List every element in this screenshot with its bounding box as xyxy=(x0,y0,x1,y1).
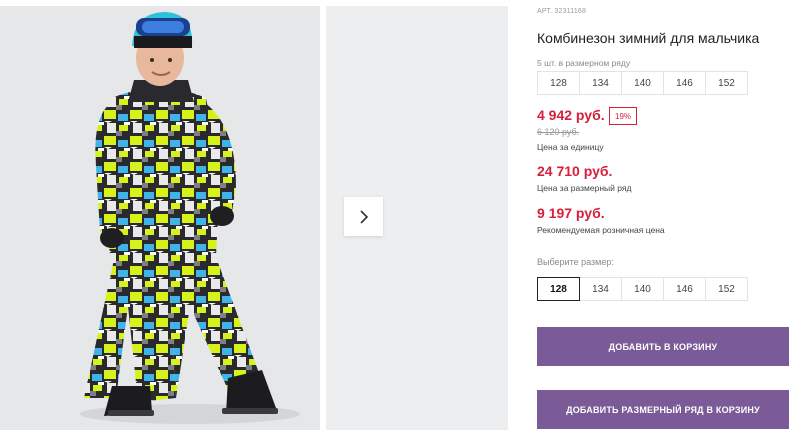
gallery-next-button[interactable] xyxy=(344,197,383,236)
size-row-item: 128 xyxy=(537,71,580,95)
product-title: Комбинезон зимний для мальчика xyxy=(537,30,760,46)
row-price: 24 710 руб. xyxy=(537,163,613,179)
unit-price-caption: Цена за единицу xyxy=(537,142,604,152)
size-option-134[interactable]: 134 xyxy=(579,277,622,301)
size-row-list: 128 134 140 146 152 xyxy=(537,71,748,95)
product-photo[interactable] xyxy=(0,6,320,430)
size-option-128[interactable]: 128 xyxy=(537,277,580,301)
choose-size-label: Выберите размер: xyxy=(537,257,614,267)
kid-snowsuit-illustration xyxy=(0,6,320,430)
unit-price: 4 942 руб. xyxy=(537,107,605,123)
old-price: 6 120 руб. xyxy=(537,127,580,137)
size-row-item: 140 xyxy=(621,71,664,95)
rrp-price: 9 197 руб. xyxy=(537,205,605,221)
size-row-item: 146 xyxy=(663,71,706,95)
row-price-caption: Цена за размерный ряд xyxy=(537,183,632,193)
add-to-cart-button[interactable]: ДОБАВИТЬ В КОРЗИНУ xyxy=(537,327,789,366)
size-row-label: 5 шт. в размерном ряду xyxy=(537,58,631,68)
chevron-right-icon xyxy=(359,209,368,224)
product-gallery xyxy=(0,0,508,432)
size-option-146[interactable]: 146 xyxy=(663,277,706,301)
size-selector: 128 134 140 146 152 xyxy=(537,277,748,301)
add-size-row-to-cart-button[interactable]: ДОБАВИТЬ РАЗМЕРНЫЙ РЯД В КОРЗИНУ xyxy=(537,390,789,429)
size-option-152[interactable]: 152 xyxy=(705,277,748,301)
size-row-item: 134 xyxy=(579,71,622,95)
size-option-140[interactable]: 140 xyxy=(621,277,664,301)
discount-badge: 19% xyxy=(609,107,638,125)
article-number: АРТ. 32311168 xyxy=(537,8,587,15)
product-info-panel: АРТ. 32311168 Комбинезон зимний для маль… xyxy=(537,0,800,432)
rrp-price-caption: Рекомендуемая розничная цена xyxy=(537,225,665,235)
size-row-item: 152 xyxy=(705,71,748,95)
